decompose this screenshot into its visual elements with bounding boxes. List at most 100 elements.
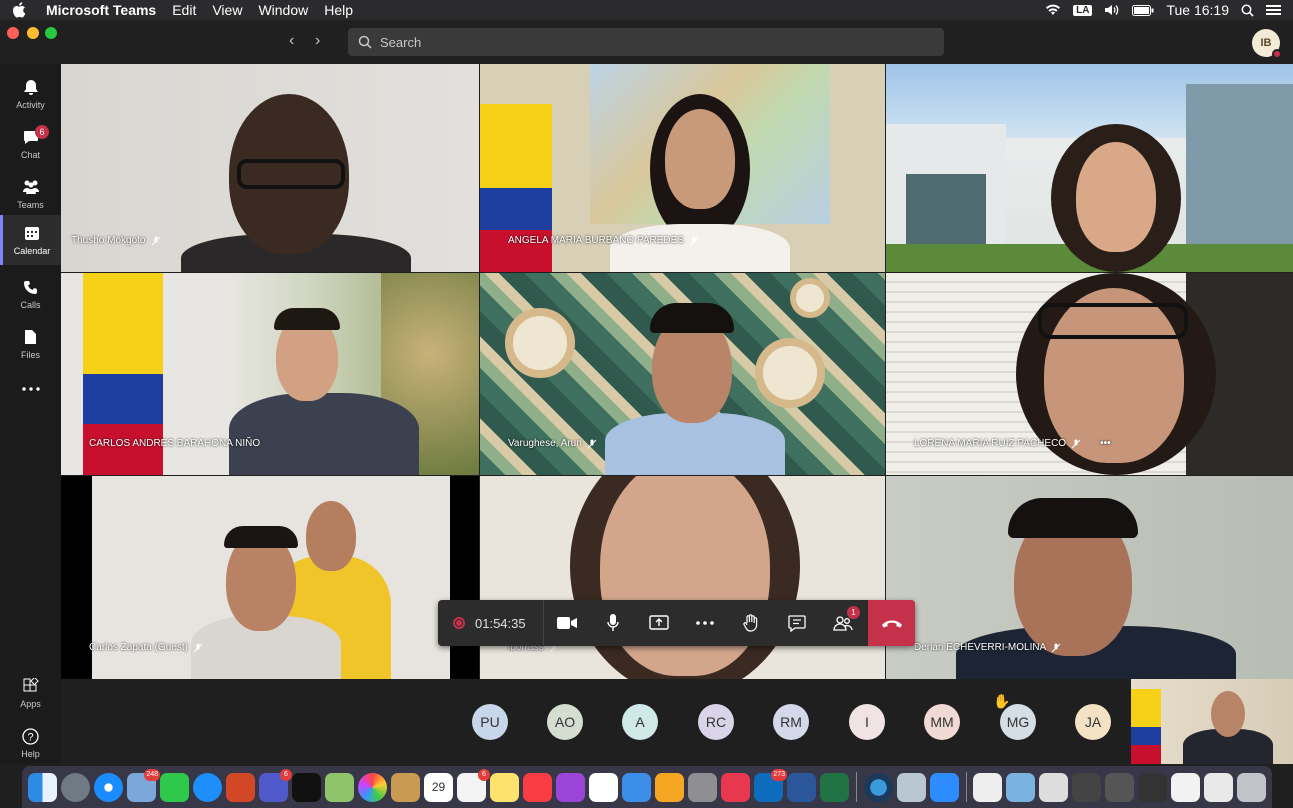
apple-menu-icon[interactable] [12,2,26,18]
pages-icon[interactable] [655,772,684,802]
video-tile[interactable]: ANGELA MARIA BURBANO PAREDES [480,64,885,272]
excel-icon[interactable] [820,772,849,802]
profile-avatar[interactable]: IB [1252,29,1282,59]
mic-off-icon [689,236,699,245]
menu-window[interactable]: Window [258,2,308,18]
back-arrow-icon[interactable]: ‹ [289,32,294,50]
rail-item-activity[interactable]: Activity [0,69,61,119]
outlook-icon[interactable]: 273 [754,768,787,802]
maps-icon[interactable] [325,772,354,802]
facetime-icon[interactable] [160,772,189,802]
rail-item-apps[interactable]: Apps [0,668,61,718]
minimized-window-thumbnail[interactable] [1072,772,1101,802]
show-participants-button[interactable]: 1 [820,600,866,646]
music-icon[interactable] [523,772,552,802]
participant-avatar[interactable]: A [622,704,658,740]
minimized-window-thumbnail[interactable] [1171,772,1200,802]
minimized-window-thumbnail[interactable] [1204,772,1233,802]
input-source-indicator[interactable]: LA [1073,4,1093,16]
menubar-clock[interactable]: Tue 16:19 [1166,2,1229,18]
rail-more-button[interactable] [0,366,61,416]
zoom-icon[interactable] [929,772,959,802]
microsoft-teams-icon[interactable]: 6 [259,768,292,802]
file-icon [22,328,40,346]
participant-avatar[interactable]: RC [698,704,734,740]
system-preferences-icon[interactable] [688,772,717,802]
contacts-icon[interactable] [391,772,420,802]
rail-item-help[interactable]: ? Help [0,718,61,768]
menu-help[interactable]: Help [324,2,353,18]
powerpoint-icon[interactable] [226,772,255,802]
window-close-button[interactable] [7,27,19,39]
trash-icon[interactable] [1237,772,1266,802]
rail-item-calls[interactable]: Calls [0,269,61,319]
forward-arrow-icon[interactable]: › [315,32,320,50]
participant-avatar[interactable]: MM [924,704,960,740]
hang-up-button[interactable] [868,600,915,646]
podcasts-icon[interactable] [556,772,585,802]
video-tile[interactable]: LORENA MARIA RUIZ PACHECO ••• [886,273,1293,475]
video-tile[interactable]: CARLOS ANDRES BARAHONA NIÑO [61,273,479,475]
video-tile[interactable]: Varughese, Arun [480,273,885,475]
rail-item-teams[interactable]: Teams [0,169,61,219]
keynote-icon[interactable] [622,772,651,802]
minimized-window-thumbnail[interactable] [1105,772,1134,802]
finder-icon[interactable] [28,772,57,802]
microphone-button[interactable] [590,600,636,646]
menu-app-name[interactable]: Microsoft Teams [46,2,156,18]
video-tile[interactable]: Derian ECHEVERRI-MOLINA [886,476,1293,679]
video-tile[interactable]: lborrass [480,476,885,679]
photos-icon[interactable] [358,772,387,802]
mail-icon[interactable]: 248 [127,768,160,802]
participant-avatar[interactable]: AO [547,704,583,740]
notes-icon[interactable] [490,772,519,802]
show-conversation-button[interactable] [774,600,820,646]
control-center-icon[interactable] [1266,4,1281,16]
participant-avatar[interactable]: RM [773,704,809,740]
share-screen-button[interactable] [636,600,682,646]
self-view-video[interactable] [1131,679,1293,764]
messages-icon[interactable] [193,772,222,802]
video-tile[interactable]: Carlos Zapata (Guest) [61,476,479,679]
more-actions-button[interactable] [682,600,728,646]
participant-head [306,501,356,571]
participant-avatar[interactable]: MG [1000,704,1036,740]
window-minimize-button[interactable] [27,27,39,39]
minimized-window-thumbnail[interactable] [1138,772,1167,802]
reminders-icon[interactable]: 6 [457,768,490,802]
calendar-app-icon[interactable]: 29 [424,772,453,802]
wifi-icon[interactable] [1045,4,1061,16]
word-icon[interactable] [787,772,816,802]
battery-icon[interactable] [1132,4,1154,16]
quicktime-icon[interactable] [863,772,893,802]
preview-icon[interactable] [896,772,926,802]
participant-avatar[interactable]: PU [472,704,508,740]
applications-folder-icon[interactable] [1006,772,1035,802]
teams-title-bar: ‹ › Search IB [0,20,1293,64]
spotlight-search-icon[interactable] [1241,4,1254,17]
search-input[interactable]: Search [348,28,944,56]
safari-icon[interactable] [94,772,123,802]
launchpad-icon[interactable] [61,772,90,802]
raise-hand-button[interactable] [728,600,774,646]
rail-item-chat[interactable]: Chat 6 [0,119,61,169]
downloads-stack-icon[interactable] [1039,772,1068,802]
apple-tv-icon[interactable] [292,772,321,802]
participant-avatar[interactable]: I [849,704,885,740]
video-tile[interactable]: Thusho Mokgoto [61,64,479,272]
search-placeholder: Search [380,34,422,50]
video-tile[interactable] [886,64,1293,272]
more-options-icon[interactable]: ••• [1100,438,1111,449]
rail-item-calendar[interactable]: Calendar [0,215,61,265]
window-zoom-button[interactable] [45,27,57,39]
numbers-icon[interactable] [589,772,618,802]
participant-avatar[interactable]: JA [1075,704,1111,740]
volume-icon[interactable] [1104,4,1120,16]
rail-item-files[interactable]: Files [0,319,61,369]
anydesk-icon[interactable] [721,772,750,802]
document-stack-icon[interactable] [973,772,1002,802]
menu-view[interactable]: View [212,2,242,18]
rail-label: Files [20,350,40,360]
camera-button[interactable] [544,600,590,646]
menu-edit[interactable]: Edit [172,2,196,18]
